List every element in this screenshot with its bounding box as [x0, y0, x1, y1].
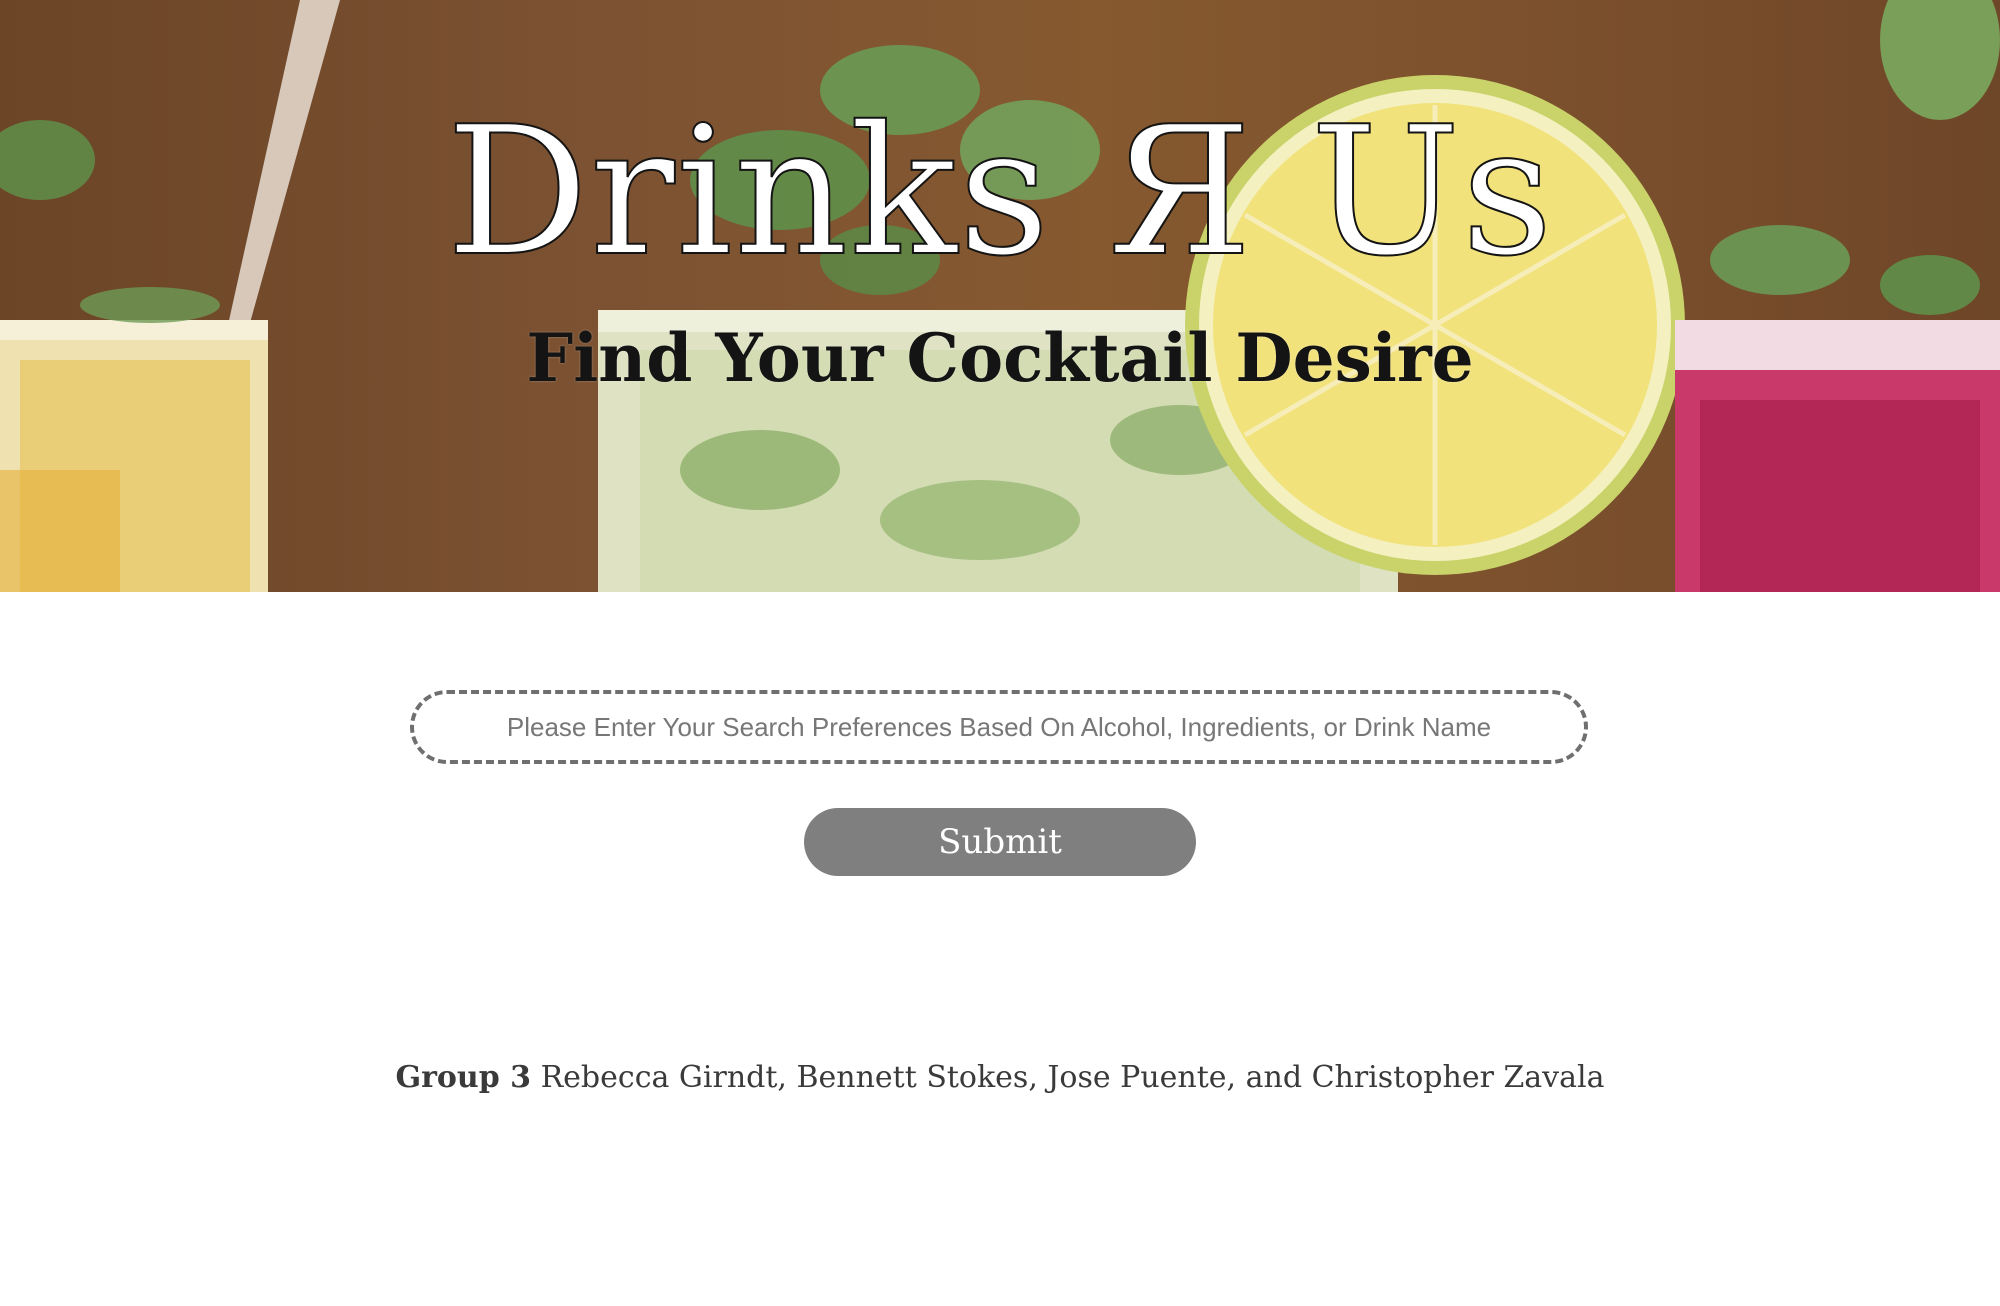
page-title: Drinks Я Us — [445, 88, 1554, 295]
footer-credits: Group 3 Rebecca Girndt, Bennett Stokes, … — [0, 1060, 2000, 1095]
hero-banner: Drinks Я Us Find Your Cocktail Desire — [0, 0, 2000, 592]
search-input[interactable] — [414, 694, 1584, 760]
submit-button[interactable]: Submit — [804, 808, 1196, 876]
page-subtitle: Find Your Cocktail Desire — [526, 319, 1474, 397]
search-field-container — [410, 690, 1588, 764]
group-members: Rebecca Girndt, Bennett Stokes, Jose Pue… — [540, 1060, 1605, 1095]
group-label: Group 3 — [395, 1060, 532, 1095]
